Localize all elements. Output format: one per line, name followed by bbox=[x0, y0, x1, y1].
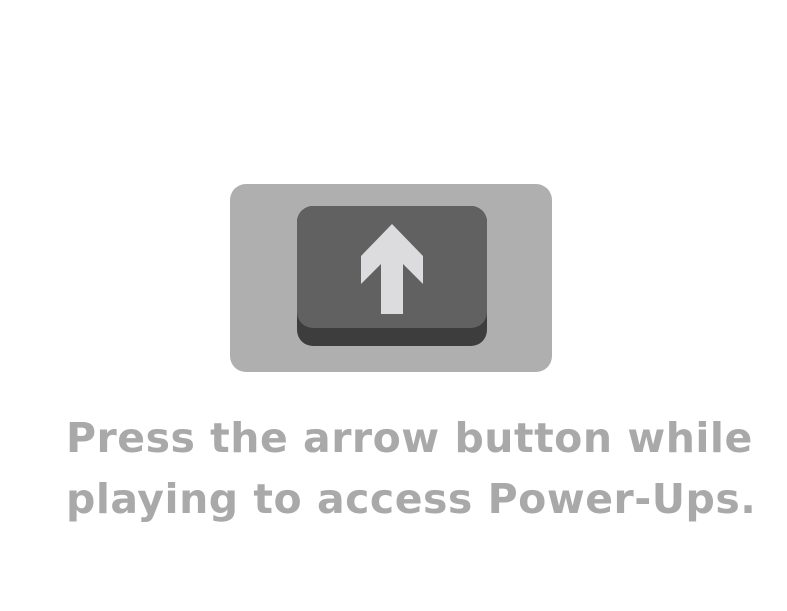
powerup-arrow-button[interactable] bbox=[297, 206, 487, 346]
instruction-line-2: playing to access Power-Ups. bbox=[66, 475, 757, 523]
instruction-text: Press the arrow button while playing to … bbox=[66, 408, 757, 530]
powerup-key-panel bbox=[230, 184, 552, 372]
arrow-up-icon bbox=[361, 224, 423, 314]
tutorial-screen: Press the arrow button while playing to … bbox=[0, 0, 787, 611]
powerup-arrow-button-face[interactable] bbox=[297, 206, 487, 328]
instruction-line-1: Press the arrow button while bbox=[66, 414, 753, 462]
